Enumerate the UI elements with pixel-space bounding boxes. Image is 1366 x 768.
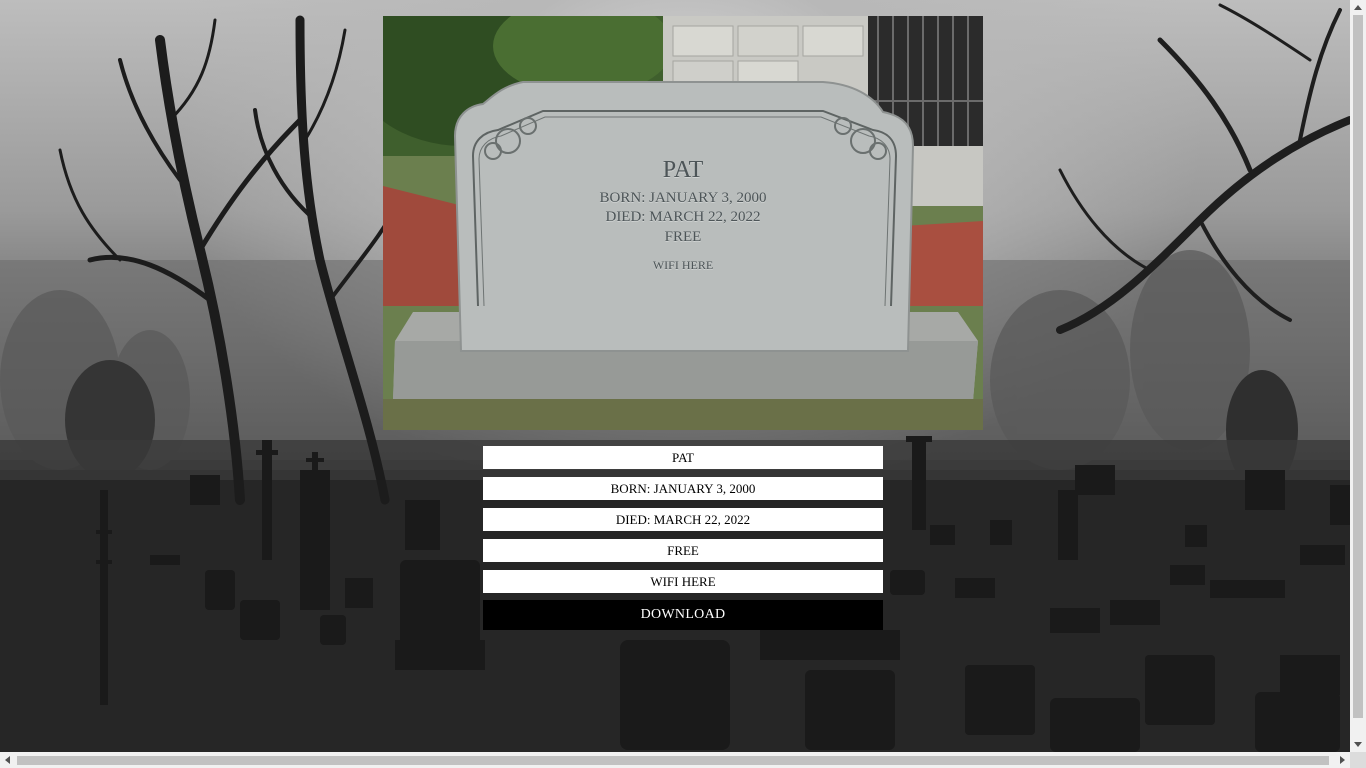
born-date-input[interactable] — [483, 477, 883, 500]
name-input[interactable] — [483, 446, 883, 469]
horizontal-scroll-thumb[interactable] — [17, 756, 1329, 765]
scroll-down-arrow-icon[interactable] — [1354, 742, 1362, 747]
scroll-up-arrow-icon[interactable] — [1354, 5, 1362, 10]
scroll-left-arrow-icon[interactable] — [5, 756, 10, 764]
note-input[interactable] — [483, 539, 883, 562]
engraved-note: FREE — [664, 229, 702, 245]
vertical-scroll-thumb[interactable] — [1353, 15, 1363, 718]
engraved-born-date: BORN: JANUARY 3, 2000 — [599, 190, 767, 206]
tombstone-preview-image: PAT BORN: JANUARY 3, 2000 DIED: MARCH 22… — [383, 16, 983, 430]
tombstone-form: DOWNLOAD — [483, 446, 883, 630]
vertical-scrollbar[interactable] — [1350, 0, 1366, 752]
engraved-wifi: WIFI HERE — [652, 258, 714, 272]
engraved-name: PAT — [662, 157, 704, 183]
download-button[interactable]: DOWNLOAD — [483, 600, 883, 630]
engraved-died-date: DIED: MARCH 22, 2022 — [605, 209, 761, 225]
died-date-input[interactable] — [483, 508, 883, 531]
scroll-right-arrow-icon[interactable] — [1340, 756, 1345, 764]
horizontal-scrollbar[interactable] — [0, 752, 1350, 768]
wifi-input[interactable] — [483, 570, 883, 593]
scrollbar-corner — [1350, 752, 1366, 768]
